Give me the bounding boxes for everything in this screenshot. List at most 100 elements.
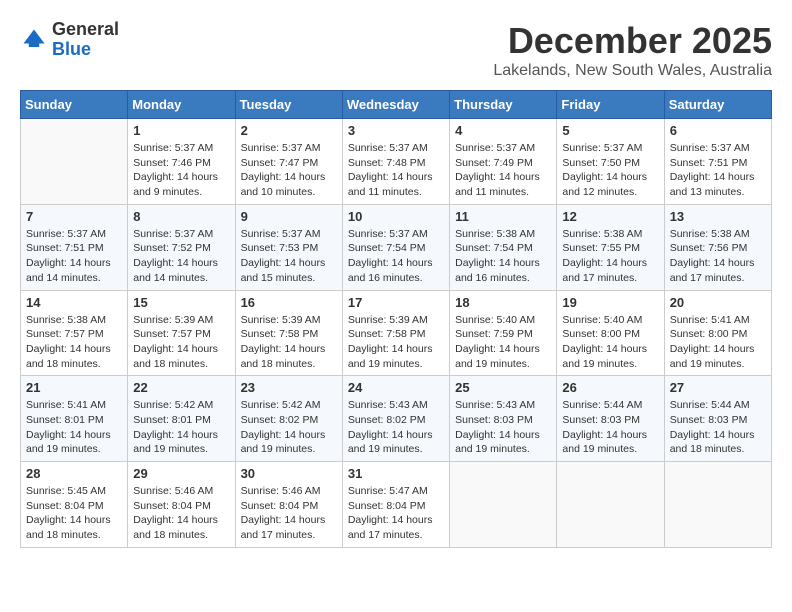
- table-row: 31 Sunrise: 5:47 AMSunset: 8:04 PMDayligh…: [342, 462, 449, 548]
- day-number: 17: [348, 295, 444, 310]
- month-title: December 2025: [493, 20, 772, 62]
- day-info: Sunrise: 5:47 AMSunset: 8:04 PMDaylight:…: [348, 484, 444, 543]
- day-info: Sunrise: 5:45 AMSunset: 8:04 PMDaylight:…: [26, 484, 122, 543]
- logo: General Blue: [20, 20, 119, 60]
- table-row: 19 Sunrise: 5:40 AMSunset: 8:00 PMDayligh…: [557, 290, 664, 376]
- col-monday: Monday: [128, 91, 235, 119]
- day-info: Sunrise: 5:37 AMSunset: 7:50 PMDaylight:…: [562, 141, 658, 200]
- table-row: 12Sunrise: 5:38 AMSunset: 7:55 PMDayligh…: [557, 204, 664, 290]
- day-info: Sunrise: 5:37 AMSunset: 7:46 PMDaylight:…: [133, 141, 229, 200]
- day-number: 29: [133, 466, 229, 481]
- day-number: 8: [133, 209, 229, 224]
- day-number: 30: [241, 466, 337, 481]
- day-number: 23: [241, 380, 337, 395]
- table-row: 28 Sunrise: 5:45 AMSunset: 8:04 PMDayligh…: [21, 462, 128, 548]
- day-number: 27: [670, 380, 766, 395]
- day-info: Sunrise: 5:43 AMSunset: 8:03 PMDaylight:…: [455, 398, 551, 457]
- day-number: 21: [26, 380, 122, 395]
- col-tuesday: Tuesday: [235, 91, 342, 119]
- day-number: 11: [455, 209, 551, 224]
- day-number: 1: [133, 123, 229, 138]
- table-row: 6Sunrise: 5:37 AMSunset: 7:51 PMDaylight…: [664, 119, 771, 205]
- table-row: 4Sunrise: 5:37 AMSunset: 7:49 PMDaylight…: [450, 119, 557, 205]
- table-row: 13 Sunrise: 5:38 AMSunset: 7:56 PMDayligh…: [664, 204, 771, 290]
- calendar-week-2: 7 Sunrise: 5:37 AMSunset: 7:51 PMDaylight…: [21, 204, 772, 290]
- table-row: [450, 462, 557, 548]
- calendar-week-1: 1 Sunrise: 5:37 AMSunset: 7:46 PMDaylight…: [21, 119, 772, 205]
- day-number: 16: [241, 295, 337, 310]
- day-info: Sunrise: 5:38 AMSunset: 7:54 PMDaylight:…: [455, 227, 551, 286]
- day-info: Sunrise: 5:41 AMSunset: 8:00 PMDaylight:…: [670, 313, 766, 372]
- day-info: Sunrise: 5:46 AMSunset: 8:04 PMDaylight:…: [133, 484, 229, 543]
- col-wednesday: Wednesday: [342, 91, 449, 119]
- day-info: Sunrise: 5:37 AMSunset: 7:51 PMDaylight:…: [26, 227, 122, 286]
- table-row: 16 Sunrise: 5:39 AMSunset: 7:58 PMDayligh…: [235, 290, 342, 376]
- day-info: Sunrise: 5:37 AMSunset: 7:53 PMDaylight:…: [241, 227, 337, 286]
- day-info: Sunrise: 5:39 AMSunset: 7:57 PMDaylight:…: [133, 313, 229, 372]
- day-number: 13: [670, 209, 766, 224]
- day-number: 26: [562, 380, 658, 395]
- table-row: 2Sunrise: 5:37 AMSunset: 7:47 PMDaylight…: [235, 119, 342, 205]
- day-number: 22: [133, 380, 229, 395]
- day-number: 14: [26, 295, 122, 310]
- day-info: Sunrise: 5:40 AMSunset: 8:00 PMDaylight:…: [562, 313, 658, 372]
- day-number: 5: [562, 123, 658, 138]
- table-row: 24Sunrise: 5:43 AMSunset: 8:02 PMDayligh…: [342, 376, 449, 462]
- table-row: 11 Sunrise: 5:38 AMSunset: 7:54 PMDayligh…: [450, 204, 557, 290]
- day-number: 2: [241, 123, 337, 138]
- table-row: 3Sunrise: 5:37 AMSunset: 7:48 PMDaylight…: [342, 119, 449, 205]
- day-number: 10: [348, 209, 444, 224]
- day-info: Sunrise: 5:39 AMSunset: 7:58 PMDaylight:…: [241, 313, 337, 372]
- day-info: Sunrise: 5:44 AMSunset: 8:03 PMDaylight:…: [670, 398, 766, 457]
- table-row: 18 Sunrise: 5:40 AMSunset: 7:59 PMDayligh…: [450, 290, 557, 376]
- logo-general: General: [52, 19, 119, 39]
- location-title: Lakelands, New South Wales, Australia: [493, 62, 772, 80]
- day-number: 12: [562, 209, 658, 224]
- table-row: 5 Sunrise: 5:37 AMSunset: 7:50 PMDaylight…: [557, 119, 664, 205]
- day-number: 3: [348, 123, 444, 138]
- day-info: Sunrise: 5:42 AMSunset: 8:02 PMDaylight:…: [241, 398, 337, 457]
- day-info: Sunrise: 5:37 AMSunset: 7:54 PMDaylight:…: [348, 227, 444, 286]
- table-row: 23 Sunrise: 5:42 AMSunset: 8:02 PMDayligh…: [235, 376, 342, 462]
- day-info: Sunrise: 5:37 AMSunset: 7:49 PMDaylight:…: [455, 141, 551, 200]
- calendar-week-5: 28 Sunrise: 5:45 AMSunset: 8:04 PMDayligh…: [21, 462, 772, 548]
- table-row: [664, 462, 771, 548]
- table-row: 7 Sunrise: 5:37 AMSunset: 7:51 PMDaylight…: [21, 204, 128, 290]
- logo-text: General Blue: [52, 20, 119, 60]
- day-info: Sunrise: 5:38 AMSunset: 7:57 PMDaylight:…: [26, 313, 122, 372]
- col-sunday: Sunday: [21, 91, 128, 119]
- table-row: 30 Sunrise: 5:46 AMSunset: 8:04 PMDayligh…: [235, 462, 342, 548]
- table-row: 8 Sunrise: 5:37 AMSunset: 7:52 PMDaylight…: [128, 204, 235, 290]
- table-row: 20 Sunrise: 5:41 AMSunset: 8:00 PMDayligh…: [664, 290, 771, 376]
- day-number: 7: [26, 209, 122, 224]
- table-row: 25Sunrise: 5:43 AMSunset: 8:03 PMDayligh…: [450, 376, 557, 462]
- day-info: Sunrise: 5:41 AMSunset: 8:01 PMDaylight:…: [26, 398, 122, 457]
- table-row: 26Sunrise: 5:44 AMSunset: 8:03 PMDayligh…: [557, 376, 664, 462]
- day-number: 18: [455, 295, 551, 310]
- table-row: 14 Sunrise: 5:38 AMSunset: 7:57 PMDayligh…: [21, 290, 128, 376]
- table-row: 9 Sunrise: 5:37 AMSunset: 7:53 PMDaylight…: [235, 204, 342, 290]
- title-area: December 2025 Lakelands, New South Wales…: [493, 20, 772, 80]
- day-number: 20: [670, 295, 766, 310]
- col-thursday: Thursday: [450, 91, 557, 119]
- table-row: 29 Sunrise: 5:46 AMSunset: 8:04 PMDayligh…: [128, 462, 235, 548]
- day-number: 31: [348, 466, 444, 481]
- calendar-week-4: 21 Sunrise: 5:41 AMSunset: 8:01 PMDayligh…: [21, 376, 772, 462]
- calendar-table: Sunday Monday Tuesday Wednesday Thursday…: [20, 90, 772, 548]
- day-info: Sunrise: 5:37 AMSunset: 7:52 PMDaylight:…: [133, 227, 229, 286]
- day-info: Sunrise: 5:46 AMSunset: 8:04 PMDaylight:…: [241, 484, 337, 543]
- day-info: Sunrise: 5:43 AMSunset: 8:02 PMDaylight:…: [348, 398, 444, 457]
- table-row: 17Sunrise: 5:39 AMSunset: 7:58 PMDayligh…: [342, 290, 449, 376]
- calendar-header-row: Sunday Monday Tuesday Wednesday Thursday…: [21, 91, 772, 119]
- day-info: Sunrise: 5:42 AMSunset: 8:01 PMDaylight:…: [133, 398, 229, 457]
- day-info: Sunrise: 5:40 AMSunset: 7:59 PMDaylight:…: [455, 313, 551, 372]
- logo-blue: Blue: [52, 39, 91, 59]
- table-row: 22 Sunrise: 5:42 AMSunset: 8:01 PMDayligh…: [128, 376, 235, 462]
- calendar-week-3: 14 Sunrise: 5:38 AMSunset: 7:57 PMDayligh…: [21, 290, 772, 376]
- day-number: 9: [241, 209, 337, 224]
- logo-icon: [20, 26, 48, 54]
- day-info: Sunrise: 5:38 AMSunset: 7:56 PMDaylight:…: [670, 227, 766, 286]
- day-number: 19: [562, 295, 658, 310]
- table-row: [557, 462, 664, 548]
- day-number: 28: [26, 466, 122, 481]
